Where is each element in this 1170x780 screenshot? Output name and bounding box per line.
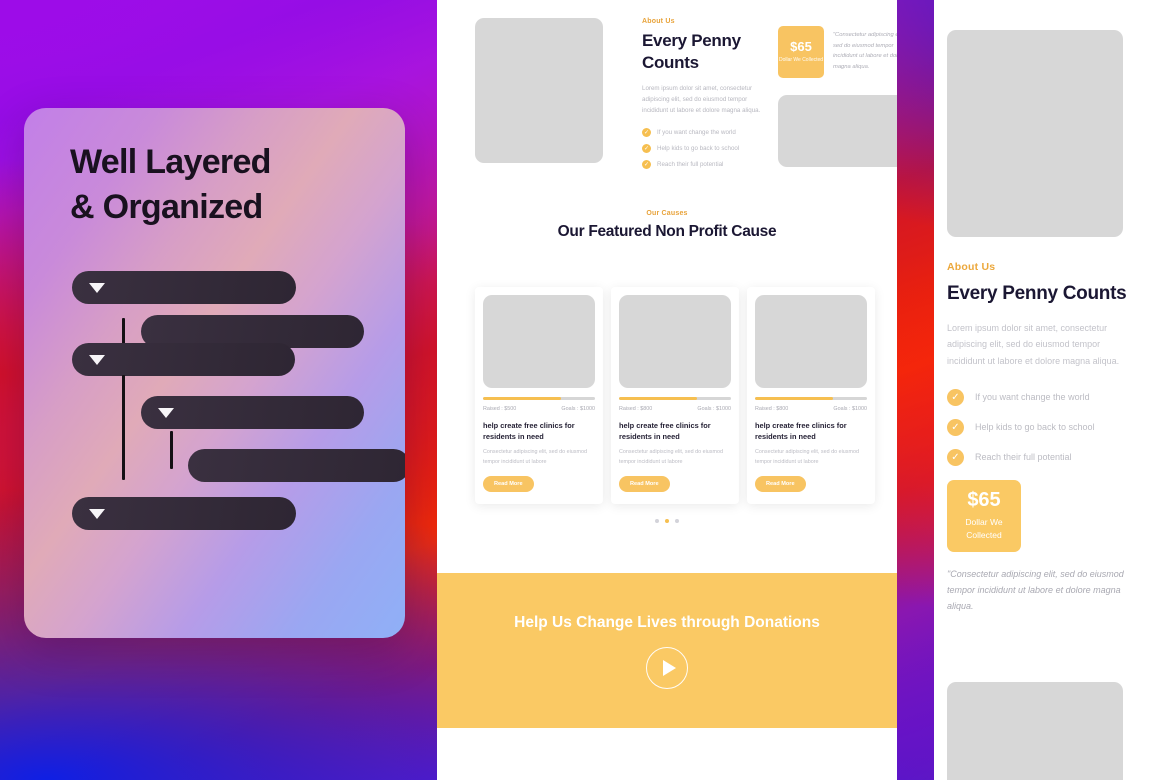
goal-label: Goals : $1000 — [697, 406, 731, 412]
checklist-label: Help kids to go back to school — [657, 145, 740, 153]
cause-title: help create free clinics for residents i… — [755, 421, 847, 442]
cause-card[interactable]: Raised : $500 Goals : $1000 help create … — [475, 287, 603, 505]
cause-meta: Raised : $800 Goals : $1000 — [619, 406, 731, 412]
about-eyebrow: About Us — [642, 18, 675, 25]
mobile-checklist: ✓ If you want change the world ✓ Help ki… — [947, 388, 1147, 466]
chevron-down-icon[interactable] — [89, 355, 105, 365]
progress-bar — [619, 397, 731, 400]
list-item: ✓ Reach their full potential — [642, 160, 765, 170]
layer-row[interactable] — [72, 271, 392, 410]
check-circle-icon: ✓ — [947, 418, 964, 436]
cause-card-list: Raised : $500 Goals : $1000 help create … — [475, 287, 875, 505]
cause-meta: Raised : $500 Goals : $1000 — [483, 406, 595, 412]
chevron-down-icon[interactable] — [89, 509, 105, 519]
cause-image-placeholder — [619, 295, 731, 388]
chevron-down-icon[interactable] — [89, 283, 105, 293]
cause-card[interactable]: Raised : $800 Goals : $1000 help create … — [611, 287, 739, 505]
desktop-mockup-panel: About Us Every Penny Counts Lorem ipsum … — [437, 0, 897, 780]
check-circle-icon: ✓ — [947, 448, 964, 466]
list-item: ✓ Help kids to go back to school — [642, 144, 765, 154]
mobile-quote: "Consectetur adipiscing elit, sed do eiu… — [947, 568, 1124, 611]
mobile-paragraph: Lorem ipsum dolor sit amet, consectetur … — [947, 322, 1120, 366]
read-more-button[interactable]: Read More — [483, 476, 534, 493]
causes-eyebrow: Our Causes — [646, 210, 688, 217]
cta-banner: Help Us Change Lives through Donations — [437, 573, 897, 728]
stat-amount: $65 — [790, 39, 812, 55]
cause-image-placeholder — [755, 295, 867, 388]
chevron-down-icon[interactable] — [158, 408, 174, 418]
list-item: ✓ If you want change the world — [642, 128, 765, 138]
about-title: Every Penny Counts — [642, 31, 741, 72]
layer-row[interactable] — [72, 343, 405, 485]
layer-row[interactable] — [72, 485, 392, 530]
layer-tree — [72, 271, 405, 530]
promo-headline: Well Layered & Organized — [70, 143, 271, 226]
goal-label: Goals : $1000 — [833, 406, 867, 412]
cause-text: Consectetur adipiscing elit, sed do eius… — [755, 449, 859, 465]
mobile-mockup-panel: About Us Every Penny Counts Lorem ipsum … — [934, 0, 1170, 780]
check-circle-icon: ✓ — [642, 128, 651, 138]
layer-pill-group-1[interactable] — [72, 271, 296, 304]
mobile-about-block: About Us Every Penny Counts Lorem ipsum … — [947, 261, 1147, 614]
cause-text: Consectetur adipiscing elit, sed do eius… — [483, 449, 587, 465]
mobile-hero-image-placeholder — [947, 30, 1123, 237]
about-paragraph: Lorem ipsum dolor sit amet, consectetur … — [642, 84, 761, 115]
mobile-title: Every Penny Counts — [947, 283, 1127, 304]
layer-pill-group-2[interactable] — [72, 343, 295, 376]
promo-card: Well Layered & Organized — [24, 108, 405, 638]
causes-title: Our Featured Non Profit Cause — [557, 223, 777, 240]
play-icon[interactable] — [646, 647, 688, 690]
layer-indent-guide — [170, 431, 173, 469]
carousel-dot[interactable] — [675, 519, 679, 523]
list-item: ✓ Reach their full potential — [947, 448, 1147, 466]
cause-title: help create free clinics for residents i… — [619, 421, 711, 442]
cause-title: help create free clinics for residents i… — [483, 421, 575, 442]
cta-title: Help Us Change Lives through Donations — [514, 613, 820, 631]
carousel-pagination[interactable] — [437, 519, 897, 523]
about-hero-image-placeholder — [475, 18, 603, 163]
checklist-label: Reach their full potential — [975, 452, 1072, 463]
progress-bar — [755, 397, 867, 400]
stat-caption: Dollar We Collected — [778, 57, 824, 64]
stat-badge: $65 Dollar We Collected — [778, 26, 824, 78]
read-more-button[interactable]: Read More — [619, 476, 670, 493]
check-circle-icon: ✓ — [642, 160, 651, 170]
carousel-dot[interactable] — [655, 519, 659, 523]
check-circle-icon: ✓ — [642, 144, 651, 154]
checklist-label: If you want change the world — [657, 129, 736, 137]
mobile-stat-badge: $65 Dollar We Collected — [947, 479, 1021, 552]
about-secondary-image-placeholder — [778, 95, 897, 167]
raised-label: Raised : $500 — [483, 406, 517, 412]
carousel-dot-active[interactable] — [665, 519, 669, 523]
about-quote: "Consectetur adipiscing elit, sed do eiu… — [833, 32, 897, 71]
layer-indent-guide — [122, 375, 125, 480]
raised-label: Raised : $800 — [755, 406, 789, 412]
goal-label: Goals : $1000 — [561, 406, 595, 412]
raised-label: Raised : $800 — [619, 406, 653, 412]
progress-bar — [483, 397, 595, 400]
list-item: ✓ If you want change the world — [947, 388, 1147, 406]
check-circle-icon: ✓ — [947, 388, 964, 406]
mobile-eyebrow: About Us — [947, 261, 996, 273]
layer-pill-group-4[interactable] — [72, 497, 296, 530]
mobile-secondary-image-placeholder — [947, 682, 1123, 780]
list-item: ✓ Help kids to go back to school — [947, 418, 1147, 436]
cause-meta: Raised : $800 Goals : $1000 — [755, 406, 867, 412]
cause-text: Consectetur adipiscing elit, sed do eius… — [619, 449, 723, 465]
stat-caption: Dollar We Collected — [965, 517, 1003, 541]
checklist-label: Reach their full potential — [657, 161, 724, 169]
cause-card[interactable]: Raised : $800 Goals : $1000 help create … — [747, 287, 875, 505]
read-more-button[interactable]: Read More — [755, 476, 806, 493]
stat-amount: $65 — [967, 489, 1001, 512]
checklist-label: Help kids to go back to school — [975, 422, 1095, 433]
about-text-block: About Us Every Penny Counts Lorem ipsum … — [642, 18, 765, 176]
layer-pill-child-2[interactable] — [188, 449, 405, 482]
layer-pill-group-3[interactable] — [141, 396, 364, 429]
about-checklist: ✓ If you want change the world ✓ Help ki… — [642, 128, 765, 170]
checklist-label: If you want change the world — [975, 392, 1090, 403]
causes-heading: Our Causes Our Featured Non Profit Cause — [437, 210, 897, 242]
cause-image-placeholder — [483, 295, 595, 388]
